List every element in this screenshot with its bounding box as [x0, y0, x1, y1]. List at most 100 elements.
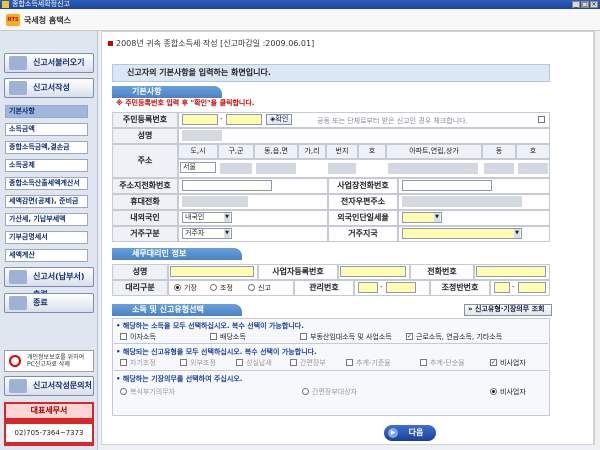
printer-icon: [9, 270, 27, 284]
biz-phone-label: 사업장전화번호: [328, 178, 398, 194]
sidebar-item-tax-calc-sheet[interactable]: 종합소득산출세액계산서: [5, 177, 88, 190]
logo-text: 국세청 홈택스: [24, 16, 71, 25]
addr-head-apt: 아파트,연립,상가: [386, 144, 482, 159]
joint-filing-note: 공동 또는 단체로부터 받은 신고인 경우 체크합니다.: [317, 117, 468, 125]
agent-type-report-label: 신고: [258, 284, 271, 292]
non-business-label: 비사업자: [500, 359, 526, 367]
next-button[interactable]: ▶ 다음: [384, 425, 436, 441]
interest-income-checkbox[interactable]: [120, 333, 127, 340]
sidebar-item-penalty[interactable]: 가산세, 기납부세액: [5, 213, 88, 226]
mgmt-no-first-input[interactable]: [358, 282, 378, 293]
agent-type-bookkeeping-radio[interactable]: [174, 284, 181, 291]
mgmt-no-second-input[interactable]: [386, 282, 416, 293]
inquiry-button[interactable]: 신고서작성문의처: [4, 376, 94, 396]
close-button[interactable]: ×: [590, 1, 598, 8]
vertical-scrollbar[interactable]: [594, 31, 600, 445]
non-business-radio[interactable]: [490, 388, 497, 395]
load-return-button[interactable]: 신고서불러오기: [4, 53, 94, 73]
nts-logo-icon: NTS: [6, 14, 20, 26]
email-label: 전자우편주소: [328, 194, 398, 210]
sidebar-item-income[interactable]: 소득금액: [5, 123, 88, 136]
double-entry-radio[interactable]: [120, 388, 127, 395]
foreign-tax-select[interactable]: [402, 212, 442, 223]
wage-income-label: 근로소득, 연금소득, 기타소득: [416, 333, 503, 341]
simple-book-radio[interactable]: [302, 388, 309, 395]
agent-type-adjust-radio[interactable]: [210, 284, 217, 291]
sidebar-item-tax-calc[interactable]: 세액계산: [5, 249, 88, 262]
adj-no-label: 조정반번호: [430, 280, 490, 296]
next-label: 다음: [408, 428, 424, 437]
self-adjust-label: 자기조정: [130, 359, 156, 367]
estimate-simple-checkbox[interactable]: [420, 359, 427, 366]
sidebar-item-deduction[interactable]: 소득공제: [5, 159, 88, 172]
name-value-redacted: [182, 130, 222, 141]
agent-type-bookkeeping-label: 기장: [184, 284, 197, 292]
external-adjust-checkbox[interactable]: [180, 359, 187, 366]
exit-label: 종료: [33, 298, 48, 307]
addr-head-ri: 가,리: [298, 144, 326, 159]
addr-head-ho: 호: [358, 144, 386, 159]
maximize-button[interactable]: □: [581, 1, 589, 8]
arrow-right-icon: ▶: [388, 428, 398, 438]
no-entry-icon: [9, 355, 21, 367]
rrn-second-input[interactable]: [226, 114, 262, 125]
write-return-label: 신고서작성: [33, 83, 70, 92]
write-return-button[interactable]: 신고서작성: [4, 78, 94, 98]
deadline-text: 2008년 귀속 종합소득세 작성 [신고마감일 :2009.06.01]: [116, 39, 315, 48]
residence-region-select[interactable]: [402, 228, 522, 239]
addr-dong-redacted: [256, 163, 296, 174]
addr-gu-redacted: [220, 163, 252, 174]
agent-biz-reg-label: 사업자등록번호: [258, 264, 338, 280]
exit-button[interactable]: 종료: [4, 293, 94, 313]
resident-select[interactable]: 내국인: [182, 212, 232, 223]
sincere-taxpayer-label: 성실납세: [246, 359, 272, 367]
residence-select[interactable]: 거주자: [182, 228, 232, 239]
sidebar-item-donation[interactable]: 기부금명세서: [5, 231, 88, 244]
delete-pc-data-button[interactable]: 개인정보보호를 위하여 PC신고자료 삭제: [4, 350, 94, 372]
non-business-checkbox[interactable]: ✓: [490, 359, 497, 366]
biz-phone-input[interactable]: [402, 180, 492, 191]
wage-income-checkbox[interactable]: ✓: [406, 333, 413, 340]
rrn-first-input[interactable]: [182, 114, 218, 125]
mobile-redacted: [182, 196, 248, 207]
window-title: 종합소득세확정신고: [12, 0, 70, 8]
sidebar-item-tax-reduction[interactable]: 세액감면(공제), 준비금: [5, 195, 88, 208]
rrn-confirm-button[interactable]: ◈확인: [266, 114, 293, 125]
adj-no-second-input[interactable]: [518, 282, 546, 293]
agent-type-report-radio[interactable]: [248, 284, 255, 291]
main-panel: 2008년 귀속 종합소득세 작성 [신고마감일 :2009.06.01] 신고…: [101, 31, 594, 445]
agent-biz-reg-input[interactable]: [340, 266, 406, 277]
print-return-button[interactable]: 신고서(납부서) 출력: [4, 267, 94, 299]
filing-type-inquiry-button[interactable]: » 신고유형·기장의무 조회: [464, 304, 552, 316]
agent-type-adjust-label: 조정: [220, 284, 233, 292]
addr-apt-ho-redacted: [518, 163, 548, 174]
address-label: 주소: [112, 144, 178, 178]
agent-phone-input[interactable]: [476, 266, 546, 277]
agent-phone-label: 전화번호: [410, 264, 474, 280]
sidebar-item-basic[interactable]: 기본사항: [5, 105, 88, 118]
sincere-taxpayer-checkbox[interactable]: [236, 359, 243, 366]
addr-head-gu: 구,군: [218, 144, 254, 159]
dividend-income-checkbox[interactable]: [210, 333, 217, 340]
home-phone-input[interactable]: [182, 180, 272, 191]
estimate-standard-checkbox[interactable]: [346, 359, 353, 366]
rrn-dash: -: [220, 115, 223, 123]
minimize-button[interactable]: _: [572, 1, 580, 8]
non-business-radio-label: 비사업자: [500, 388, 526, 396]
office-name: 대표세무서: [6, 404, 92, 418]
self-adjust-checkbox[interactable]: [120, 359, 127, 366]
addr-city-input[interactable]: 서울: [180, 162, 216, 173]
divider: [114, 370, 548, 371]
sidebar-item-total-income[interactable]: 종합소득금액,결손금: [5, 141, 88, 154]
adj-no-first-input[interactable]: [494, 282, 510, 293]
double-entry-label: 복식부기의무자: [130, 388, 176, 396]
simple-book-checkbox[interactable]: [290, 359, 297, 366]
agent-type-label: 대리구분: [112, 280, 168, 296]
exit-icon: [9, 296, 27, 310]
agent-name-input[interactable]: [170, 266, 254, 277]
window-controls: _ □ ×: [572, 1, 598, 8]
joint-filing-checkbox[interactable]: [538, 116, 545, 123]
business-income-checkbox[interactable]: [300, 333, 307, 340]
foreign-tax-label: 외국인단일세율: [328, 210, 398, 226]
office-box: 대표세무서 02)705-7364~7373: [4, 402, 94, 446]
